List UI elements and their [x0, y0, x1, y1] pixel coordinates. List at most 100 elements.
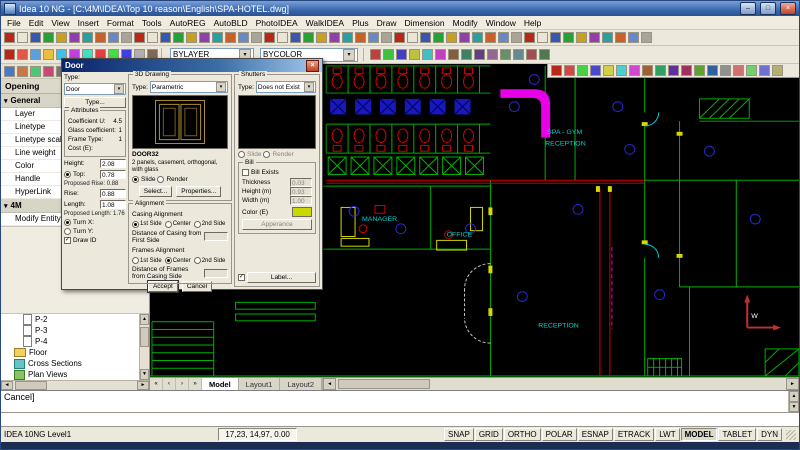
last-tab-button[interactable]: » [189, 378, 202, 390]
toolbar-icon[interactable] [173, 32, 184, 43]
toolbar-icon[interactable] [251, 32, 262, 43]
toolbar-icon[interactable] [590, 65, 601, 76]
scroll-right-icon[interactable]: ► [786, 378, 799, 390]
3d-type-select[interactable]: Parametric [150, 81, 228, 93]
toolbar-icon[interactable] [225, 32, 236, 43]
status-toggle-model[interactable]: MODEL [681, 428, 718, 441]
toolbar-icon[interactable] [435, 49, 446, 60]
toolbar-icon[interactable] [409, 49, 420, 60]
menu-autoreg[interactable]: AutoREG [166, 17, 210, 29]
tree-item[interactable]: Cross Sections [1, 358, 139, 369]
toolbar-icon[interactable] [498, 32, 509, 43]
tree-item[interactable]: P-2 [1, 314, 139, 325]
toolbar-icon[interactable] [303, 32, 314, 43]
toolbar-icon[interactable] [30, 66, 41, 77]
toolbar-icon[interactable] [56, 32, 67, 43]
label-button[interactable]: Label... [247, 272, 316, 283]
status-toggle-snap[interactable]: SNAP [444, 428, 474, 441]
prev-tab-button[interactable]: ‹ [163, 378, 176, 390]
scroll-down-icon[interactable]: ▼ [789, 402, 799, 413]
toolbar-icon[interactable] [539, 49, 550, 60]
toolbar-icon[interactable] [551, 65, 562, 76]
appearance-button[interactable]: Apperance [242, 219, 312, 230]
toolbar-icon[interactable] [668, 65, 679, 76]
tab-model[interactable]: Model [202, 378, 239, 390]
toolbar-icon[interactable] [537, 32, 548, 43]
toolbar-icon[interactable] [589, 32, 600, 43]
toolbar-icon[interactable] [720, 65, 731, 76]
toolbar-icon[interactable] [121, 32, 132, 43]
toolbar-icon[interactable] [370, 49, 381, 60]
menu-modify[interactable]: Modify [449, 17, 482, 29]
toolbar-icon[interactable] [759, 65, 770, 76]
tree-item[interactable]: P-3 [1, 325, 139, 336]
next-tab-button[interactable]: › [176, 378, 189, 390]
minimize-button[interactable] [740, 2, 756, 15]
toolbar-icon[interactable] [407, 32, 418, 43]
status-toggle-esnap[interactable]: ESNAP [578, 428, 613, 441]
toolbar-icon[interactable] [448, 49, 459, 60]
tree-item[interactable]: Plan Views [1, 369, 139, 380]
status-toggle-ortho[interactable]: ORTHO [504, 428, 541, 441]
menu-format[interactable]: Format [103, 17, 138, 29]
canvas-horizontal-scrollbar[interactable]: ◄ ► [322, 378, 799, 390]
toolbar-icon[interactable] [82, 32, 93, 43]
menu-autobld[interactable]: AutoBLD [210, 17, 252, 29]
toolbar-icon[interactable] [707, 65, 718, 76]
color-swatch[interactable] [292, 207, 312, 217]
radio-option-1st-side[interactable]: 1st Side [132, 257, 162, 264]
toolbar-icon[interactable] [17, 66, 28, 77]
toolbar-icon[interactable] [212, 32, 223, 43]
toolbar-icon[interactable] [577, 65, 588, 76]
toolbar-icon[interactable] [641, 32, 652, 43]
toolbar-icon[interactable] [563, 32, 574, 43]
toolbar-icon[interactable] [655, 65, 666, 76]
label-checkbox[interactable] [238, 274, 245, 281]
height-field[interactable]: 2.08 [100, 159, 126, 168]
close-button[interactable] [780, 2, 796, 15]
toolbar-icon[interactable] [69, 32, 80, 43]
maximize-button[interactable] [760, 2, 776, 15]
toolbar-icon[interactable] [368, 32, 379, 43]
toolbar-icon[interactable] [746, 65, 757, 76]
tree-horizontal-scrollbar[interactable]: ◄ ► [1, 380, 149, 390]
toolbar-icon[interactable] [602, 32, 613, 43]
rise-field[interactable]: 0.88 [100, 189, 126, 198]
tree-item[interactable]: Floor [1, 347, 139, 358]
toolbar-icon[interactable] [576, 32, 587, 43]
toolbar-icon[interactable] [17, 49, 28, 60]
toolbar-icon[interactable] [733, 65, 744, 76]
toolbar-icon[interactable] [160, 32, 171, 43]
menu-dimension[interactable]: Dimension [400, 17, 448, 29]
scroll-thumb[interactable] [15, 381, 47, 390]
tab-layout2[interactable]: Layout2 [280, 378, 322, 390]
menu-plus[interactable]: Plus [348, 17, 373, 29]
toolbar-icon[interactable] [550, 32, 561, 43]
tree-vertical-scrollbar[interactable]: ▲ ▼ [139, 314, 149, 380]
toolbar-icon[interactable] [461, 49, 472, 60]
menu-help[interactable]: Help [520, 17, 545, 29]
frames-distance-field[interactable] [204, 269, 228, 278]
toolbar-icon[interactable] [264, 32, 275, 43]
toolbar-icon[interactable] [629, 65, 640, 76]
dialog-titlebar[interactable]: Door [62, 59, 322, 72]
toolbar-icon[interactable] [147, 32, 158, 43]
menu-walkidea[interactable]: WalkIDEA [302, 17, 348, 29]
radio-option-1st-side[interactable]: 1st Side [132, 221, 162, 228]
command-history[interactable]: Cancel] ▲▼ [1, 390, 799, 412]
toolbar-icon[interactable] [694, 65, 705, 76]
menu-window[interactable]: Window [482, 17, 520, 29]
toolbar-icon[interactable] [513, 49, 524, 60]
toolbar-icon[interactable] [422, 49, 433, 60]
toolbar-icon[interactable] [772, 65, 783, 76]
toolbar-icon[interactable] [355, 32, 366, 43]
toolbar-icon[interactable] [290, 32, 301, 43]
scroll-thumb[interactable] [338, 379, 430, 389]
menu-edit[interactable]: Edit [25, 17, 48, 29]
toolbar-icon[interactable] [459, 32, 470, 43]
draw-id-checkbox[interactable] [64, 237, 71, 244]
scroll-track[interactable] [13, 381, 137, 390]
toolbar-icon[interactable] [30, 32, 41, 43]
dialog-close-button[interactable] [306, 60, 319, 72]
toolbar-icon[interactable] [383, 49, 394, 60]
